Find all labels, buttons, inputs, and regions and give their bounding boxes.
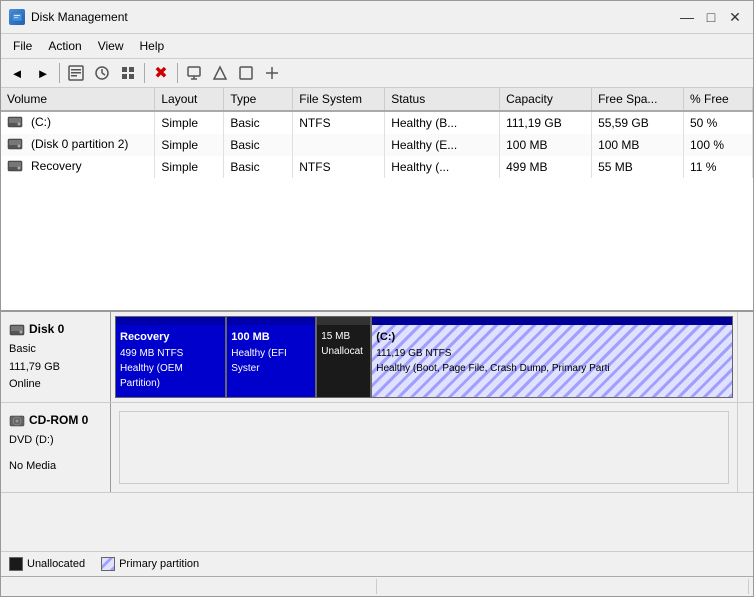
back-button[interactable]: ◄ <box>5 61 29 85</box>
legend-primary: Primary partition <box>101 557 199 571</box>
cdrom-0-partitions <box>111 403 737 492</box>
cell-volume: Recovery <box>1 156 155 178</box>
window-controls: — □ ✕ <box>677 7 745 27</box>
status-pane-1 <box>5 579 377 594</box>
disk-table: Volume Layout Type File System Status Ca… <box>1 88 753 178</box>
table-area[interactable]: Volume Layout Type File System Status Ca… <box>1 88 753 311</box>
cell-filesystem: NTFS <box>293 156 385 178</box>
delete-button[interactable]: ✖ <box>149 61 173 85</box>
col-freespace[interactable]: Free Spa... <box>592 88 684 111</box>
cell-volume: (C:) <box>1 111 155 134</box>
table-row[interactable]: (Disk 0 partition 2) Simple Basic Health… <box>1 134 753 156</box>
disk-0-status: Online <box>9 376 102 394</box>
col-type[interactable]: Type <box>224 88 293 111</box>
toolbar: ◄ ► ✖ <box>1 59 753 88</box>
toolbar-btn-3[interactable] <box>116 61 140 85</box>
status-pane-2 <box>377 579 749 594</box>
cell-freespace: 100 MB <box>592 134 684 156</box>
toolbar-btn-5[interactable] <box>208 61 232 85</box>
menu-help[interactable]: Help <box>132 36 173 56</box>
cdrom-0-status: No Media <box>9 458 102 476</box>
minimize-button[interactable]: — <box>677 7 697 27</box>
toolbar-btn-1[interactable] <box>64 61 88 85</box>
toolbar-btn-4[interactable] <box>182 61 206 85</box>
cell-capacity: 100 MB <box>500 134 592 156</box>
col-volume[interactable]: Volume <box>1 88 155 111</box>
cell-percentfree: 50 % <box>684 111 753 134</box>
cell-status: Healthy (... <box>385 156 500 178</box>
table-header-row: Volume Layout Type File System Status Ca… <box>1 88 753 111</box>
col-percentfree[interactable]: % Free <box>684 88 753 111</box>
col-capacity[interactable]: Capacity <box>500 88 592 111</box>
cell-capacity: 499 MB <box>500 156 592 178</box>
window-title: Disk Management <box>31 10 128 24</box>
disk-0-name: Disk 0 <box>29 320 64 339</box>
legend-primary-label: Primary partition <box>119 558 199 570</box>
cell-freespace: 55 MB <box>592 156 684 178</box>
col-status[interactable]: Status <box>385 88 500 111</box>
cdrom-0-row: CD-ROM 0 DVD (D:) No Media <box>1 403 753 493</box>
disk-0-partitions: Recovery 499 MB NTFS Healthy (OEM Partit… <box>111 312 737 402</box>
toolbar-btn-6[interactable] <box>234 61 258 85</box>
partition-c[interactable]: (C:) 111,19 GB NTFS Healthy (Boot, Page … <box>371 316 733 398</box>
disk-0-label: Disk 0 Basic 111,79 GB Online <box>1 312 111 402</box>
cdrom-0-label: CD-ROM 0 DVD (D:) No Media <box>1 403 111 492</box>
cell-status: Healthy (E... <box>385 134 500 156</box>
legend: Unallocated Primary partition <box>1 551 753 576</box>
legend-unalloc-box <box>9 557 23 571</box>
maximize-button[interactable]: □ <box>701 7 721 27</box>
partition-recovery[interactable]: Recovery 499 MB NTFS Healthy (OEM Partit… <box>115 316 226 398</box>
legend-unallocated: Unallocated <box>9 557 85 571</box>
cell-type: Basic <box>224 111 293 134</box>
cell-filesystem: NTFS <box>293 111 385 134</box>
status-bar <box>1 576 753 596</box>
col-layout[interactable]: Layout <box>155 88 224 111</box>
cell-volume: (Disk 0 partition 2) <box>1 134 155 156</box>
disk-area[interactable]: Disk 0 Basic 111,79 GB Online Recovery 4… <box>1 311 753 551</box>
toolbar-btn-2[interactable] <box>90 61 114 85</box>
disk-0-type: Basic <box>9 341 102 359</box>
close-button[interactable]: ✕ <box>725 7 745 27</box>
disk-0-size: 111,79 GB <box>9 359 102 377</box>
cell-freespace: 55,59 GB <box>592 111 684 134</box>
cell-type: Basic <box>224 156 293 178</box>
cell-type: Basic <box>224 134 293 156</box>
col-filesystem[interactable]: File System <box>293 88 385 111</box>
cdrom-0-type: DVD (D:) <box>9 432 102 450</box>
cell-filesystem <box>293 134 385 156</box>
menu-view[interactable]: View <box>90 36 132 56</box>
toolbar-btn-7[interactable] <box>260 61 284 85</box>
forward-button[interactable]: ► <box>31 61 55 85</box>
toolbar-sep-3 <box>177 63 178 83</box>
toolbar-sep-1 <box>59 63 60 83</box>
partition-efi[interactable]: 100 MB Healthy (EFI Syster <box>226 316 316 398</box>
partition-unallocated[interactable]: 15 MB Unallocat <box>316 316 371 398</box>
cell-status: Healthy (B... <box>385 111 500 134</box>
toolbar-sep-2 <box>144 63 145 83</box>
table-row[interactable]: Recovery Simple Basic NTFS Healthy (... … <box>1 156 753 178</box>
app-icon <box>9 9 25 25</box>
cell-capacity: 111,19 GB <box>500 111 592 134</box>
cell-layout: Simple <box>155 134 224 156</box>
cell-percentfree: 100 % <box>684 134 753 156</box>
main-window: Disk Management — □ ✕ File Action View H… <box>0 0 754 597</box>
cell-percentfree: 11 % <box>684 156 753 178</box>
title-bar: Disk Management — □ ✕ <box>1 1 753 34</box>
legend-unalloc-label: Unallocated <box>27 558 85 570</box>
cell-layout: Simple <box>155 156 224 178</box>
menu-action[interactable]: Action <box>40 36 89 56</box>
main-content: Volume Layout Type File System Status Ca… <box>1 88 753 576</box>
cdrom-empty <box>119 411 729 484</box>
menu-bar: File Action View Help <box>1 34 753 59</box>
menu-file[interactable]: File <box>5 36 40 56</box>
cdrom-0-name: CD-ROM 0 <box>29 411 88 430</box>
disk-0-row: Disk 0 Basic 111,79 GB Online Recovery 4… <box>1 312 753 403</box>
cell-layout: Simple <box>155 111 224 134</box>
table-row[interactable]: (C:) Simple Basic NTFS Healthy (B... 111… <box>1 111 753 134</box>
legend-primary-box <box>101 557 115 571</box>
scroll-track <box>737 312 753 402</box>
scroll-track-2 <box>737 403 753 492</box>
